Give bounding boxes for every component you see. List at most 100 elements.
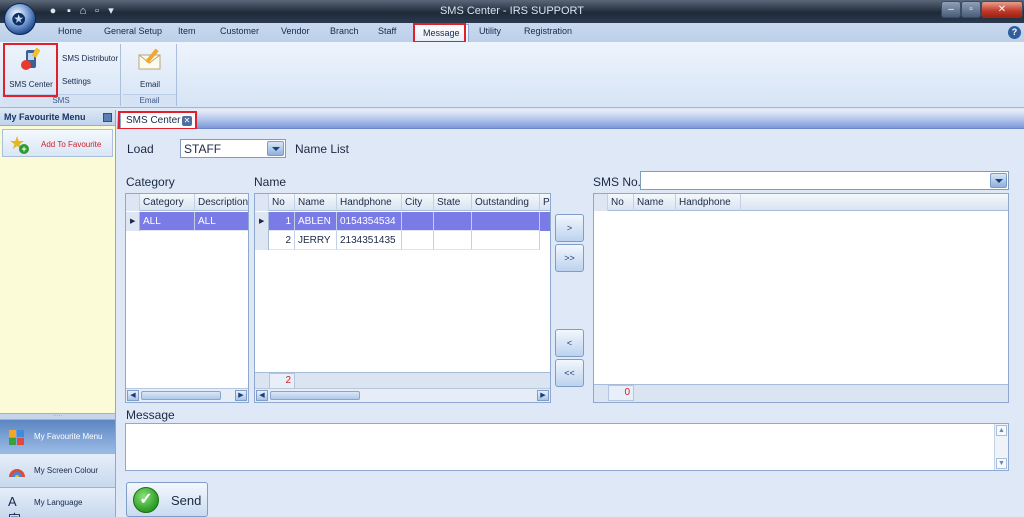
send-button[interactable]: ✓ Send (126, 482, 208, 517)
title-bar: ● ▪ ⌂ ▫ ▾ SMS Center - IRS SUPPORT – ▫ ✕ (0, 0, 1024, 23)
column-header-name[interactable]: Name (295, 194, 337, 211)
load-label: Load (127, 142, 154, 156)
settings-button[interactable]: Settings (62, 77, 91, 86)
column-header-handphone[interactable]: Handphone (676, 194, 741, 211)
sms-distributor-button[interactable]: SMS Distributor (62, 54, 118, 63)
sms-grid-footer: 0 (594, 384, 1008, 402)
cell-no: 2 (269, 231, 295, 250)
tab-branch[interactable]: Branch (330, 26, 359, 36)
chevron-down-icon[interactable] (990, 173, 1007, 188)
tab-home[interactable]: Home (58, 26, 82, 36)
cell-handphone: 2134351435 (337, 231, 402, 250)
column-header-city[interactable]: City (402, 194, 434, 211)
scroll-thumb[interactable] (270, 391, 360, 400)
row-indicator (255, 231, 269, 250)
name-grid-header: No Name Handphone City State Outstanding… (255, 194, 550, 211)
category-grid-hscroll[interactable]: ◀ ▶ (126, 388, 248, 402)
tab-vendor[interactable]: Vendor (281, 26, 310, 36)
row-indicator-header (594, 194, 608, 211)
name-label: Name (254, 175, 287, 189)
nav-my-favourite-menu[interactable]: My Favourite Menu (0, 419, 115, 453)
add-to-favourite-button[interactable]: ★ + Add To Favourite (2, 129, 113, 157)
category-grid: Category Description ▶ ALL ALL ◀ ▶ (125, 193, 249, 403)
send-button-label: Send (171, 493, 202, 508)
app-menu-orb[interactable]: ✪ (4, 3, 36, 35)
scroll-up-icon[interactable]: ▲ (996, 425, 1007, 436)
screen-colour-icon (9, 469, 25, 477)
ribbon-tab-bar: Home General Setup Item Customer Vendor … (0, 23, 1024, 42)
column-header-p[interactable]: P (540, 194, 550, 211)
tab-registration[interactable]: Registration (524, 26, 572, 36)
scroll-right-icon[interactable]: ▶ (235, 390, 247, 401)
close-button[interactable]: ✕ (981, 1, 1023, 18)
row-indicator: ▶ (255, 212, 269, 231)
maximize-button[interactable]: ▫ (961, 1, 981, 18)
category-label: Category (126, 175, 175, 189)
column-header-handphone[interactable]: Handphone (337, 194, 402, 211)
cell-state (434, 231, 472, 250)
column-header-description[interactable]: Description (195, 194, 248, 211)
scroll-left-icon[interactable]: ◀ (127, 390, 139, 401)
row-indicator: ▶ (126, 212, 140, 231)
column-header-no[interactable]: No (269, 194, 295, 211)
checkmark-icon: ✓ (133, 487, 159, 513)
column-header-category[interactable]: Category (140, 194, 195, 211)
load-select[interactable]: STAFF (180, 139, 286, 158)
name-grid-footer: 2 (255, 372, 550, 389)
sms-grid-header: No Name Handphone (594, 194, 1008, 211)
pin-icon[interactable] (103, 113, 112, 122)
chevron-down-icon[interactable] (267, 141, 284, 156)
nav-my-favourite-menu-label: My Favourite Menu (34, 432, 103, 441)
doc-tab-highlight (118, 111, 197, 130)
scroll-thumb[interactable] (141, 391, 221, 400)
message-vscroll[interactable]: ▲ ▼ (994, 424, 1008, 470)
column-header-no[interactable]: No (608, 194, 634, 211)
add-to-favourite-label: Add To Favourite (41, 140, 102, 149)
table-row[interactable]: ▶ ALL ALL (126, 212, 248, 231)
add-selected-button[interactable]: > (555, 214, 584, 242)
add-all-button[interactable]: >> (555, 244, 584, 272)
column-header-name[interactable]: Name (634, 194, 676, 211)
ribbon-panel: SMS Center SMS Distributor Settings SMS … (0, 42, 1024, 108)
column-header-state[interactable]: State (434, 194, 472, 211)
cell-category: ALL (140, 212, 195, 231)
favourite-menu-header: My Favourite Menu (0, 110, 115, 126)
tab-general-setup[interactable]: General Setup (104, 26, 162, 36)
sms-center-form: Load STAFF Name List Category Name SMS N… (117, 129, 1024, 517)
name-list-label: Name List (295, 142, 350, 156)
remove-selected-button[interactable]: < (555, 329, 584, 357)
scroll-down-icon[interactable]: ▼ (996, 458, 1007, 469)
sms-list-grid: No Name Handphone 0 (593, 193, 1009, 403)
cell-no: 1 (269, 212, 295, 231)
row-indicator-header (126, 194, 140, 211)
minimize-button[interactable]: – (941, 1, 961, 18)
message-textarea[interactable]: ▲ ▼ (125, 423, 1009, 471)
nav-my-screen-colour[interactable]: My Screen Colour (0, 453, 115, 487)
current-row-arrow-icon: ▶ (259, 218, 265, 225)
email-button[interactable]: Email (129, 46, 171, 89)
scroll-right-icon[interactable]: ▶ (537, 390, 549, 401)
tab-staff[interactable]: Staff (378, 26, 396, 36)
window-title: SMS Center - IRS SUPPORT (439, 5, 585, 17)
scroll-left-icon[interactable]: ◀ (256, 390, 268, 401)
tab-utility[interactable]: Utility (479, 26, 501, 36)
language-icon: A字 (8, 494, 21, 517)
cell-city (402, 212, 434, 231)
cell-city (402, 231, 434, 250)
table-row[interactable]: ▶ 1 ABLEN 0154354534 (255, 212, 550, 231)
document-tab-bar: SMS Center ✕ (117, 110, 1024, 129)
email-label: Email (139, 80, 160, 89)
nav-my-language[interactable]: A字 My Language (0, 487, 115, 517)
favourite-menu-title: My Favourite Menu (4, 112, 86, 122)
help-icon[interactable]: ? (1008, 26, 1021, 39)
row-indicator-header (255, 194, 269, 211)
sms-no-select[interactable] (640, 171, 1009, 190)
plus-icon: + (19, 144, 29, 154)
cell-name: JERRY (295, 231, 337, 250)
tab-customer[interactable]: Customer (220, 26, 259, 36)
table-row[interactable]: 2 JERRY 2134351435 (255, 231, 550, 250)
column-header-outstanding[interactable]: Outstanding (472, 194, 540, 211)
remove-all-button[interactable]: << (555, 359, 584, 387)
name-grid-hscroll[interactable]: ◀ ▶ (255, 388, 550, 402)
tab-item[interactable]: Item (178, 26, 196, 36)
